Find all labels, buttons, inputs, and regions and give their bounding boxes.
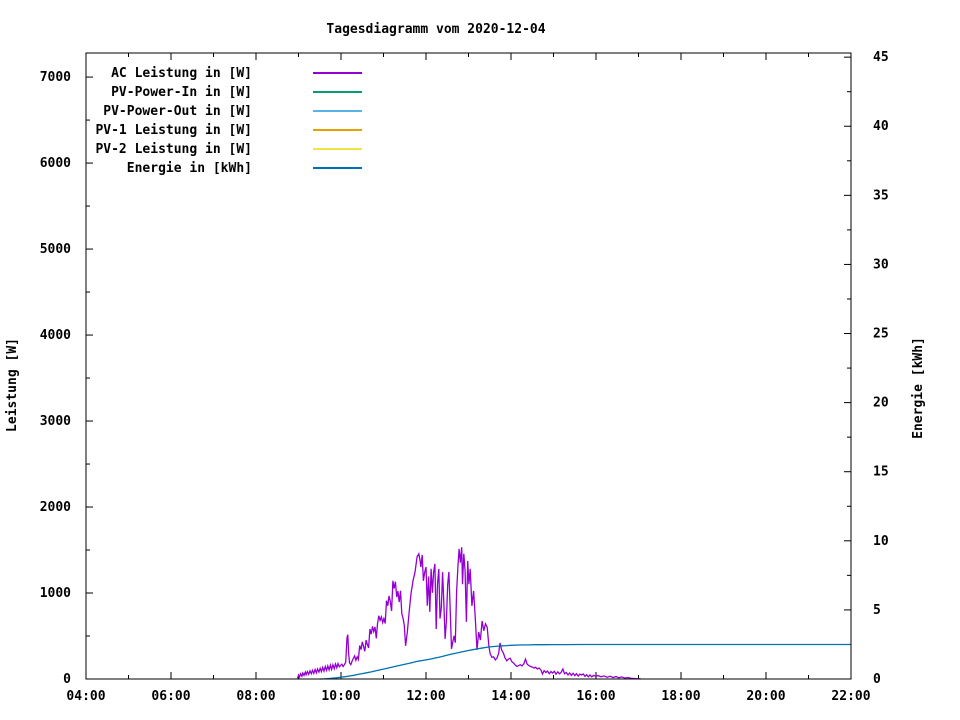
- y-tick-label: 2000: [40, 500, 71, 515]
- x-tick-label: 14:00: [491, 689, 530, 704]
- y-tick-label: 0: [63, 672, 71, 687]
- y2-tick-label: 0: [873, 672, 881, 687]
- y2-tick-label: 10: [873, 534, 889, 549]
- legend-label: PV-2 Leistung in [W]: [95, 142, 252, 157]
- y-axis-label: Leistung [W]: [5, 338, 20, 432]
- y2-tick-label: 5: [873, 603, 881, 618]
- x-tick-label: 08:00: [236, 689, 275, 704]
- legend-label: PV-Power-Out in [W]: [103, 104, 252, 119]
- y2-tick-label: 20: [873, 396, 889, 411]
- x-tick-label: 22:00: [831, 689, 870, 704]
- x-tick-label: 12:00: [406, 689, 445, 704]
- legend-label: PV-Power-In in [W]: [111, 85, 252, 100]
- y-tick-label: 3000: [40, 414, 71, 429]
- chart-title: Tagesdiagramm vom 2020-12-04: [326, 22, 545, 37]
- x-tick-label: 16:00: [576, 689, 615, 704]
- y2-tick-label: 15: [873, 465, 889, 480]
- y-tick-label: 1000: [40, 586, 71, 601]
- x-tick-label: 20:00: [746, 689, 785, 704]
- y2-axis-label: Energie [kWh]: [911, 337, 926, 439]
- tagesdiagramm-chart: Tagesdiagramm vom 2020-12-04 Leistung [W…: [0, 0, 960, 720]
- y2-tick-label: 35: [873, 188, 889, 203]
- chart-canvas: Tagesdiagramm vom 2020-12-04 Leistung [W…: [0, 0, 960, 720]
- x-tick-label: 10:00: [321, 689, 360, 704]
- x-tick-label: 06:00: [151, 689, 190, 704]
- y-tick-label: 4000: [40, 328, 71, 343]
- legend-label: PV-1 Leistung in [W]: [95, 123, 252, 138]
- legend-label: AC Leistung in [W]: [111, 66, 252, 81]
- legend-label: Energie in [kWh]: [127, 161, 252, 176]
- y2-tick-label: 40: [873, 119, 889, 134]
- y-tick-label: 5000: [40, 242, 71, 257]
- x-tick-label: 04:00: [66, 689, 105, 704]
- y-tick-label: 6000: [40, 156, 71, 171]
- y-tick-label: 7000: [40, 70, 71, 85]
- y2-tick-label: 25: [873, 327, 889, 342]
- y2-tick-label: 45: [873, 50, 889, 65]
- x-tick-label: 18:00: [661, 689, 700, 704]
- y2-tick-label: 30: [873, 257, 889, 272]
